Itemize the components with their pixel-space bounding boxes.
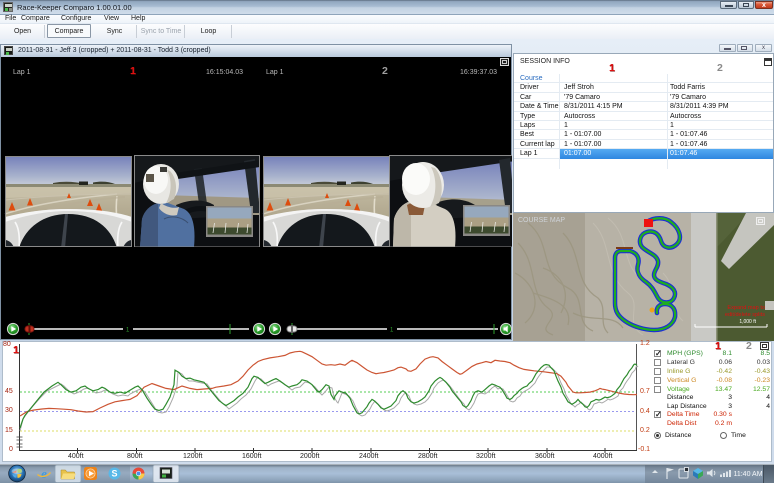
svg-text:e: e xyxy=(41,466,47,481)
svg-text:S: S xyxy=(111,469,117,479)
svg-text:11:40 AM: 11:40 AM xyxy=(733,471,762,478)
svg-text:edit/delete splits: edit/delete splits xyxy=(725,312,765,318)
svg-text:Expand map to: Expand map to xyxy=(727,305,765,311)
svg-text:1,000 ft: 1,000 ft xyxy=(739,319,756,325)
